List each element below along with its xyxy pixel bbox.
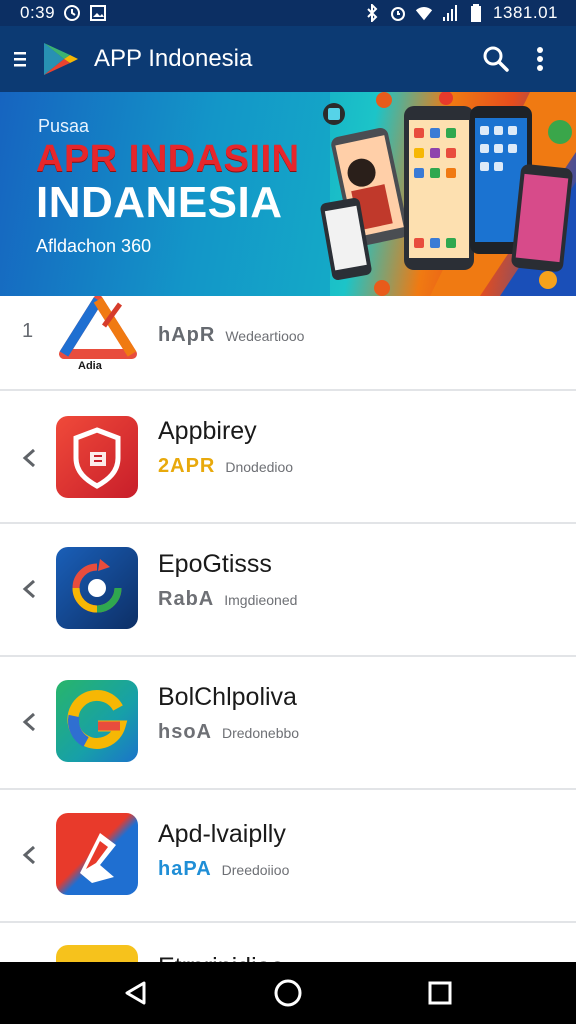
- list-item[interactable]: Appbirey 2APR Dnodedioo: [0, 391, 576, 524]
- list-item[interactable]: 1 Adia hApR Wedeartiooo: [0, 295, 576, 391]
- red-arrow-icon: [56, 813, 138, 895]
- row-desc: Dreedoiioo: [221, 862, 290, 878]
- app-name: BolChlpoliva: [158, 683, 297, 711]
- back-icon[interactable]: [106, 968, 166, 1018]
- row-badge: RabA: [158, 588, 215, 610]
- chevron-left-icon[interactable]: [20, 447, 38, 469]
- banner-kicker: Pusaa: [38, 116, 90, 136]
- app-name: Appbirey: [158, 417, 257, 445]
- logo-caption: Adia: [78, 360, 102, 372]
- chevron-left-icon[interactable]: [20, 844, 38, 866]
- list-item[interactable]: Apd-lvaiplly haPA Dreedoiioo: [0, 790, 576, 923]
- chevron-left-icon[interactable]: [20, 711, 38, 733]
- signal-icon: [441, 4, 459, 22]
- recents-icon[interactable]: [410, 968, 470, 1018]
- row-badge: hApR: [158, 324, 216, 346]
- row-meta: haPA Dreedoiioo: [158, 858, 289, 881]
- row-meta: RabA Imgdieoned: [158, 588, 297, 611]
- banner-headline-white: INDANESIA: [36, 178, 283, 227]
- triangle-logo-icon: Adia: [56, 295, 140, 378]
- list-item[interactable]: BolChlpoliva hsoA Dredonebbo: [0, 657, 576, 790]
- row-desc: Wedeartiooo: [225, 328, 305, 344]
- phones-illustration: [320, 92, 576, 296]
- app-bar: APP Indonesia: [0, 26, 576, 92]
- navigation-bar: [0, 962, 576, 1024]
- shield-icon: [56, 416, 138, 498]
- g-logo-icon: [56, 680, 138, 762]
- alarm-icon: [389, 4, 407, 22]
- more-vertical-icon[interactable]: [518, 37, 562, 81]
- wifi-icon: [415, 4, 433, 22]
- banner-subtitle: Afldachon 360: [36, 236, 152, 256]
- image-icon: [89, 4, 107, 22]
- search-icon[interactable]: [474, 37, 518, 81]
- status-time: 0:39: [20, 3, 56, 22]
- home-icon[interactable]: [258, 968, 318, 1018]
- promo-banner[interactable]: Pusaa APR INDASIIN INDANESIA Afldachon 3…: [0, 92, 576, 296]
- chevron-left-icon[interactable]: [20, 578, 38, 600]
- app-name: EpoGtisss: [158, 550, 272, 578]
- row-badge: haPA: [158, 858, 212, 880]
- app-name: Apd-lvaiplly: [158, 820, 286, 848]
- status-right: 1381.01: [363, 3, 558, 23]
- row-rank: 1: [22, 320, 34, 342]
- refresh-g-icon: [56, 547, 138, 629]
- menu-icon[interactable]: [14, 46, 40, 72]
- row-desc: Dnodedioo: [225, 459, 294, 475]
- row-meta: hsoA Dredonebbo: [158, 721, 299, 744]
- banner-headline-red: APR INDASIIN: [36, 138, 300, 180]
- row-meta: 2APR Dnodedioo: [158, 455, 293, 478]
- screen: 0:39 1381.01 APP Indonesia Pusaa APR IND…: [0, 0, 576, 1024]
- app-title: APP Indonesia: [94, 45, 253, 72]
- row-badge: 2APR: [158, 455, 216, 477]
- row-meta: hApR Wedeartiooo: [158, 324, 304, 347]
- list-item[interactable]: EpoGtisss RabA Imgdieoned: [0, 524, 576, 657]
- battery-icon: [467, 4, 485, 22]
- status-right-text: 1381.01: [493, 3, 558, 22]
- status-left: 0:39: [20, 3, 107, 23]
- row-desc: Imgdieoned: [224, 592, 298, 608]
- row-badge: hsoA: [158, 721, 212, 743]
- row-desc: Dredonebbo: [222, 725, 300, 741]
- app-list: 1 Adia hApR Wedeartiooo Appbirey 2APR Dn…: [0, 295, 576, 1005]
- play-store-logo-icon: [40, 41, 80, 77]
- clock-icon: [63, 4, 81, 22]
- bluetooth-icon: [363, 4, 381, 22]
- status-bar: 0:39 1381.01: [0, 0, 576, 26]
